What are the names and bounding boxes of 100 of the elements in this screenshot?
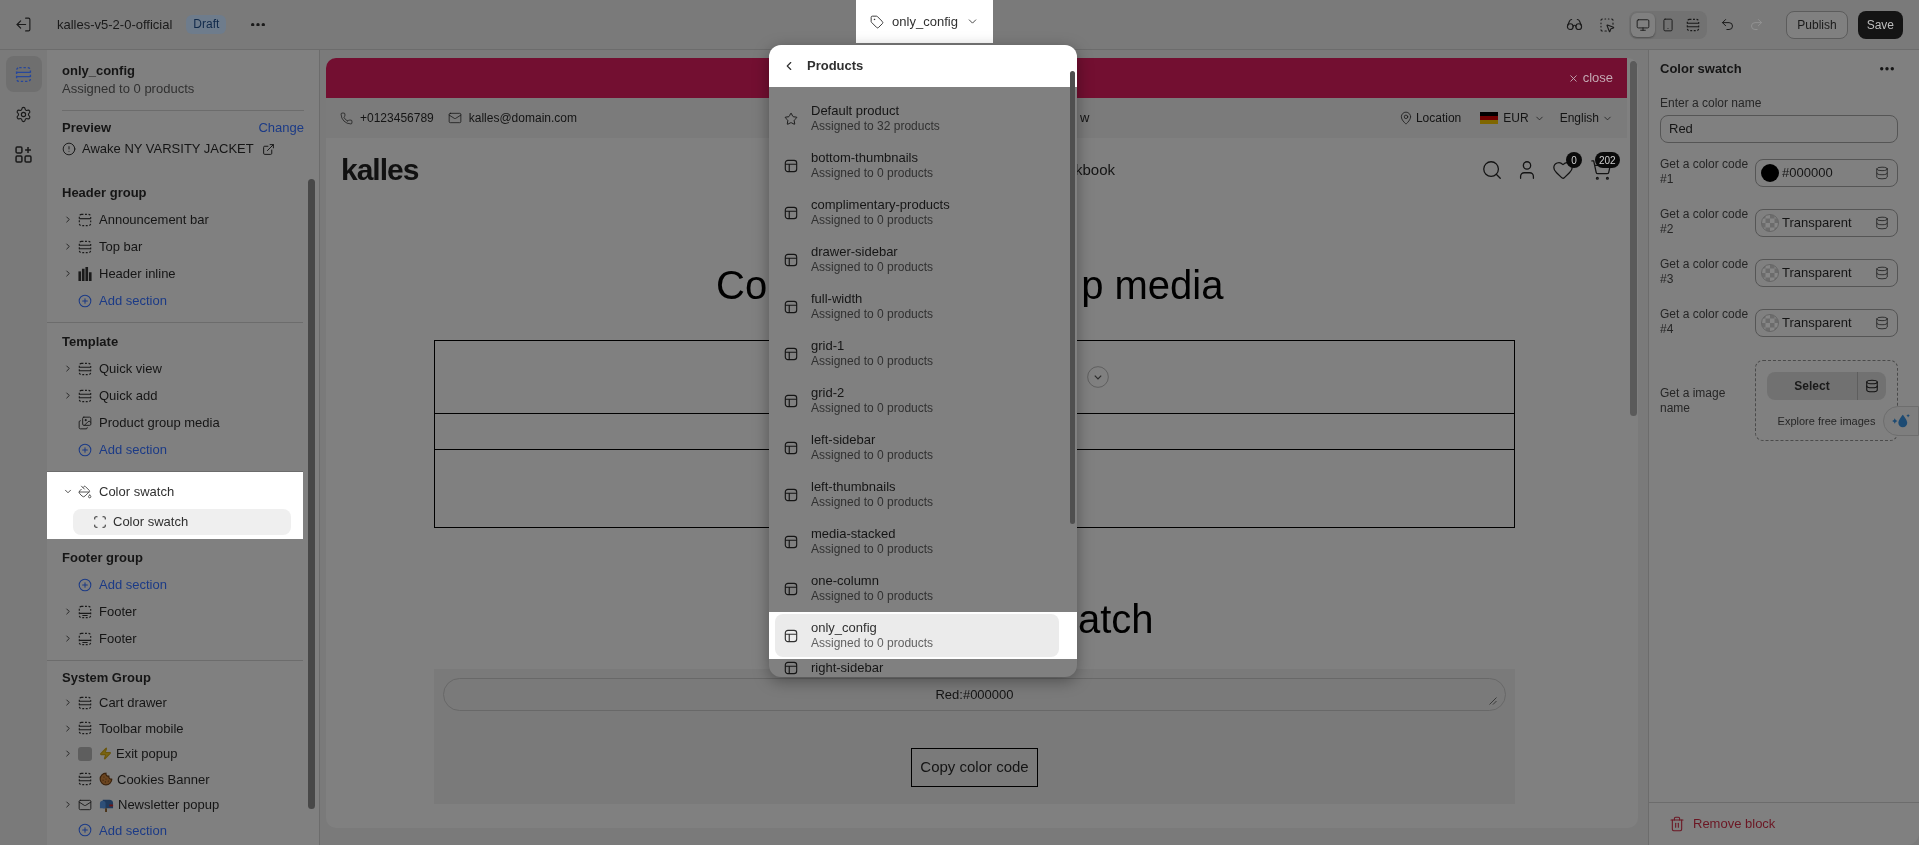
chevron-right-icon[interactable]	[63, 633, 73, 644]
phone-icon	[340, 111, 353, 125]
copy-color-button[interactable]: Copy color code	[911, 748, 1038, 787]
add-section-button[interactable]: Add section	[78, 574, 167, 595]
store-logo[interactable]: kalles	[341, 152, 419, 188]
chevron-right-icon[interactable]	[63, 390, 73, 401]
section-item[interactable]: Cookies Banner	[47, 766, 303, 792]
section-item[interactable]: Cart drawer	[47, 690, 303, 716]
add-section-button[interactable]: Add section	[78, 290, 167, 311]
preview-label: Preview	[62, 119, 112, 138]
select-image-button[interactable]: Select	[1767, 372, 1857, 400]
scrollbar-thumb[interactable]	[1630, 61, 1637, 416]
heading-fragment: Co	[716, 262, 768, 309]
view-mode-button[interactable]	[1631, 12, 1656, 37]
rail-tab[interactable]	[5, 56, 42, 92]
topbar-text: w	[1080, 109, 1090, 128]
undo-icon	[1719, 17, 1735, 32]
add-section-button[interactable]: Add section	[78, 439, 167, 460]
close-button[interactable]: close	[1567, 68, 1613, 88]
chevron-circle-icon[interactable]	[1087, 366, 1109, 388]
chevron-right-icon[interactable]	[63, 748, 73, 760]
color-picker-field[interactable]: Transparent	[1755, 309, 1898, 337]
option-name: Default product	[811, 103, 901, 119]
chevron-right-icon[interactable]	[63, 241, 73, 252]
template-option[interactable]: only_config Assigned to 0 products	[775, 614, 1059, 657]
section-item[interactable]: Color swatch	[47, 478, 303, 505]
plus-circle-icon	[78, 442, 92, 457]
color-name-input[interactable]: Red	[1660, 115, 1898, 143]
template-option[interactable]: grid-2 Assigned to 0 products	[775, 379, 1059, 422]
color-picker-field[interactable]: Transparent	[1755, 259, 1898, 287]
template-option[interactable]: drawer-sidebar Assigned to 0 products	[775, 238, 1059, 281]
panel-layout-icon	[784, 487, 798, 502]
panel-layout-icon	[784, 252, 798, 267]
section-item[interactable]: Announcement bar	[47, 206, 303, 233]
change-link[interactable]: Change	[258, 118, 304, 138]
add-section-button[interactable]: Add section	[78, 820, 167, 840]
chevron-right-icon[interactable]	[63, 214, 73, 225]
email-address: kalles@domain.com	[468, 110, 577, 127]
option-name: complimentary-products	[811, 197, 950, 213]
template-option[interactable]: left-sidebar Assigned to 0 products	[775, 426, 1059, 469]
template-option[interactable]: grid-1 Assigned to 0 products	[775, 332, 1059, 375]
save-button[interactable]: Save	[1857, 10, 1903, 39]
scrollbar-thumb[interactable]	[1070, 71, 1075, 524]
cookie-icon	[99, 772, 113, 787]
section-item[interactable]: Header inline	[47, 260, 303, 287]
template-option[interactable]: full-width Assigned to 0 products	[775, 285, 1059, 328]
color-picker-field[interactable]: #000000	[1755, 159, 1898, 187]
section-item[interactable]: Top bar	[47, 233, 303, 260]
chevron-right-icon[interactable]	[63, 722, 73, 734]
option-name: grid-2	[811, 385, 846, 401]
resize-handle-icon[interactable]	[1489, 697, 1497, 705]
template-selector[interactable]: only_config	[856, 0, 993, 43]
currency-selector[interactable]: EUR	[1480, 109, 1545, 127]
field-label: Get a color code #3	[1660, 257, 1750, 287]
database-icon	[1875, 266, 1889, 280]
chevron-right-icon[interactable]	[63, 606, 73, 617]
more-icon	[251, 22, 266, 27]
template-option[interactable]: complimentary-products Assigned to 0 products	[775, 191, 1059, 234]
external-link-icon[interactable]	[261, 142, 275, 156]
section-item[interactable]: Footer	[47, 625, 303, 652]
scrollbar-thumb[interactable]	[308, 179, 315, 809]
explore-images-link[interactable]: Explore free images	[1777, 413, 1876, 429]
chevron-right-icon[interactable]	[63, 799, 73, 811]
language-selector[interactable]: English	[1559, 109, 1613, 127]
template-option[interactable]: right-sidebar	[775, 659, 1059, 677]
panel-layout-icon	[784, 581, 798, 596]
search-icon[interactable]	[1481, 159, 1503, 181]
chevron-right-icon[interactable]	[63, 697, 73, 709]
field-label: Get a image name	[1660, 385, 1727, 416]
section-item[interactable]: Quick view	[47, 355, 303, 382]
option-subtitle: Assigned to 32 products	[811, 119, 940, 134]
option-subtitle: Assigned to 0 products	[811, 589, 934, 604]
template-option[interactable]: one-column Assigned to 0 products	[775, 567, 1059, 610]
group-title: System Group	[62, 669, 152, 688]
template-option[interactable]: media-stacked Assigned to 0 products	[775, 520, 1059, 563]
section-item[interactable]: Exit popup	[47, 741, 303, 767]
color-picker-field[interactable]: Transparent	[1755, 209, 1898, 237]
block-item[interactable]: Color swatch	[73, 509, 291, 535]
section-item[interactable]: Newsletter popup	[47, 792, 303, 818]
section-item[interactable]: Footer	[47, 598, 303, 625]
template-option[interactable]: left-thumbnails Assigned to 0 products	[775, 473, 1059, 516]
location-link[interactable]: Location	[1398, 109, 1462, 127]
floating-action-button[interactable]	[1883, 406, 1919, 436]
dashed-layout-icon	[78, 388, 92, 403]
chevron-right-icon[interactable]	[63, 268, 73, 279]
option-subtitle: Assigned to 0 products	[811, 307, 934, 322]
option-subtitle: Assigned to 0 products	[811, 448, 934, 463]
section-item[interactable]: Toolbar mobile	[47, 715, 303, 741]
publish-button[interactable]: Publish	[1786, 10, 1848, 39]
section-item[interactable]: Product group media	[47, 409, 303, 436]
apps-grid-icon	[15, 145, 32, 163]
remove-block-button[interactable]: Remove block	[1669, 814, 1776, 834]
template-option[interactable]: Default product Assigned to 32 products	[775, 97, 1059, 140]
chevron-right-icon[interactable]	[63, 363, 73, 374]
panel-layout-icon	[784, 534, 798, 549]
plus-circle-icon	[78, 293, 92, 308]
template-option[interactable]: bottom-thumbnails Assigned to 0 products	[775, 144, 1059, 187]
image-library-button[interactable]	[1857, 372, 1886, 400]
section-item[interactable]: Quick add	[47, 382, 303, 409]
panel-layout-icon	[784, 158, 798, 173]
